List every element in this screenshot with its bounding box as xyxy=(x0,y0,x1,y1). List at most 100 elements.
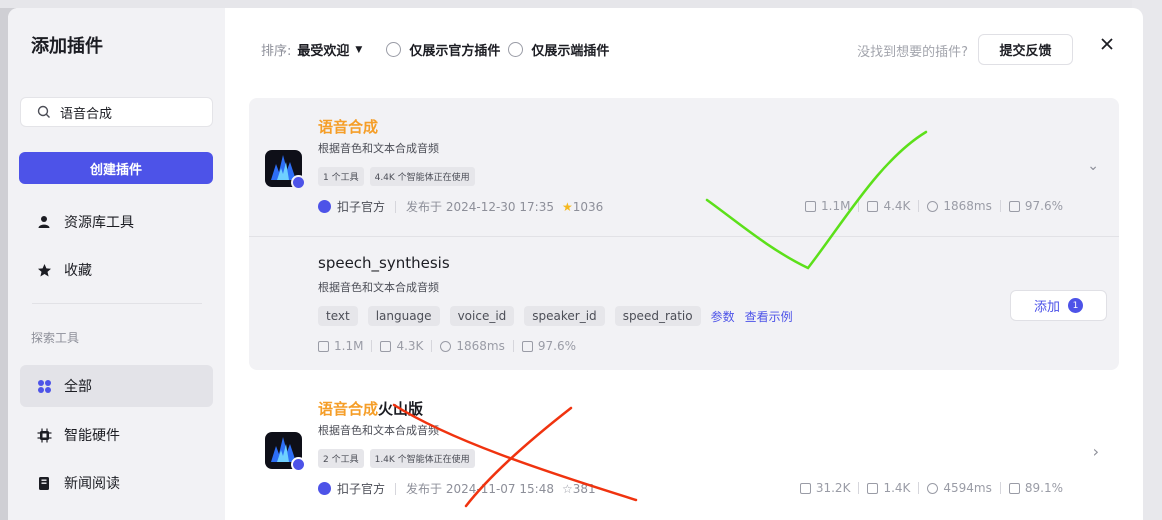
param-tag: speed_ratio xyxy=(614,306,701,326)
tool-stats: 1.1M 4.3K 1868ms 97.6% xyxy=(318,339,576,353)
search-box[interactable] xyxy=(20,97,213,127)
category-smart-hardware[interactable]: 智能硬件 xyxy=(20,414,213,456)
calls-icon xyxy=(799,482,811,494)
plugin-tags: 1 个工具 4.4K 个智能体正在使用 xyxy=(318,167,481,186)
calls-icon xyxy=(805,200,816,212)
avg-latency: 4594ms xyxy=(943,481,992,495)
plugin-logo xyxy=(265,432,306,472)
plugin-stats: 31.2K 1.4K 4594ms 89.1% xyxy=(799,481,1063,495)
clock-icon xyxy=(440,340,452,352)
filter-bar: 排序: 最受欢迎 ▼ 仅展示官方插件 仅展示端插件 xyxy=(261,40,609,59)
success-rate: 97.6% xyxy=(537,339,576,353)
robot-badge-icon xyxy=(291,175,306,190)
search-input[interactable] xyxy=(60,104,200,120)
search-icon xyxy=(37,105,50,118)
star-count: 381 xyxy=(572,481,596,496)
grid-icon xyxy=(36,378,52,394)
publish-date: 发布于 2024-11-07 15:48 xyxy=(406,482,554,496)
plugin-description: 根据音色和文本合成音频 xyxy=(318,424,439,437)
create-plugin-button[interactable]: 创建插件 xyxy=(19,152,213,184)
filter-official-radio[interactable]: 仅展示官方插件 xyxy=(386,40,500,59)
param-tag: text xyxy=(318,306,358,326)
sort-dropdown[interactable]: 最受欢迎 xyxy=(297,40,349,59)
plugin-description: 根据音色和文本合成音频 xyxy=(318,142,439,155)
category-label: 全部 xyxy=(64,379,92,395)
main-panel: 排序: 最受欢迎 ▼ 仅展示官方插件 仅展示端插件 没找到想要的插件? 提交反馈… xyxy=(225,8,1143,520)
star-filled-icon: ★ xyxy=(561,199,573,214)
sidebar-item-label: 收藏 xyxy=(64,263,92,279)
add-tool-button[interactable]: 添加 1 xyxy=(1010,290,1107,321)
param-tag: speaker_id xyxy=(524,306,605,326)
chip-icon xyxy=(36,427,52,443)
calls-count: 1.1M xyxy=(821,199,851,213)
calls-icon xyxy=(318,340,329,352)
plugin-tags: 2 个工具 1.4K 个智能体正在使用 xyxy=(318,449,481,468)
plugin-title[interactable]: 语音合成 xyxy=(318,116,378,137)
radio-label: 仅展示官方插件 xyxy=(409,44,501,59)
calls-count: 31.2K xyxy=(815,481,851,495)
usage-tag: 4.4K 个智能体正在使用 xyxy=(369,167,475,186)
success-rate-icon xyxy=(1008,482,1020,494)
radio-label: 仅展示端插件 xyxy=(531,44,610,59)
official-logo-icon xyxy=(318,200,331,213)
tool-name: speech_synthesis xyxy=(318,254,450,272)
clock-icon xyxy=(927,200,939,212)
user-icon xyxy=(36,214,52,230)
news-icon xyxy=(36,475,52,491)
chevron-right-icon[interactable]: › xyxy=(1093,442,1099,461)
success-rate: 97.6% xyxy=(1024,199,1063,213)
sidebar-item-favorites[interactable]: 收藏 xyxy=(20,249,213,291)
category-all[interactable]: 全部 xyxy=(20,365,213,407)
success-rate: 89.1% xyxy=(1024,481,1063,495)
filter-client-radio[interactable]: 仅展示端插件 xyxy=(508,40,609,59)
star-count: 1036 xyxy=(572,199,604,214)
add-plugin-modal: 添加插件 创建插件 资源库工具 收藏 探索工具 全部 智能硬件 新闻阅读 xyxy=(8,8,1143,520)
robot-badge-icon xyxy=(291,457,306,472)
plugin-author: 扣子官方 xyxy=(337,200,386,214)
success-rate-icon xyxy=(1008,200,1020,212)
plugin-card[interactable]: 语音合成 根据音色和文本合成音频 1 个工具 4.4K 个智能体正在使用 扣子官… xyxy=(249,98,1119,370)
plugin-stats: 1.1M 4.4K 1868ms 97.6% xyxy=(805,199,1063,213)
param-tag: language xyxy=(367,306,440,326)
publish-date: 发布于 2024-12-30 17:35 xyxy=(406,200,554,214)
close-icon[interactable] xyxy=(1098,35,1116,53)
plugin-author: 扣子官方 xyxy=(337,482,386,496)
sort-label: 排序: xyxy=(261,44,292,59)
chevron-down-icon[interactable]: ⌄ xyxy=(1087,158,1099,174)
avg-latency: 1868ms xyxy=(456,339,505,353)
category-label: 智能硬件 xyxy=(64,428,120,444)
not-found-hint: 没找到想要的插件? xyxy=(857,45,968,60)
category-news-reading[interactable]: 新闻阅读 xyxy=(20,462,213,504)
plugin-logo xyxy=(265,150,306,190)
params-link[interactable]: 参数 xyxy=(711,308,735,325)
star-outline-icon[interactable]: ☆ xyxy=(562,482,573,496)
feedback-button[interactable]: 提交反馈 xyxy=(978,34,1073,65)
plugin-meta: 扣子官方 发布于 2024-12-30 17:35 ★ 1036 xyxy=(318,198,603,215)
add-count-badge: 1 xyxy=(1068,298,1083,313)
view-example-link[interactable]: 查看示例 xyxy=(745,308,793,325)
caret-down-icon[interactable]: ▼ xyxy=(355,45,362,55)
radio-circle[interactable] xyxy=(508,42,524,57)
sidebar: 添加插件 创建插件 资源库工具 收藏 探索工具 全部 智能硬件 新闻阅读 xyxy=(8,8,225,520)
sidebar-item-label: 资源库工具 xyxy=(64,215,134,231)
official-logo-icon xyxy=(318,482,331,495)
backdrop xyxy=(0,0,1162,8)
sidebar-item-library-tools[interactable]: 资源库工具 xyxy=(20,201,213,243)
tool-count-tag: 1 个工具 xyxy=(318,167,364,186)
radio-circle[interactable] xyxy=(386,42,402,57)
tool-count-tag: 2 个工具 xyxy=(318,449,364,468)
bots-icon xyxy=(867,482,879,494)
plugin-title[interactable]: 语音合成火山版 xyxy=(318,398,423,419)
bots-icon xyxy=(867,200,879,212)
sidebar-divider xyxy=(32,303,202,304)
category-label: 新闻阅读 xyxy=(64,476,120,492)
card-divider xyxy=(249,236,1119,237)
plugin-card[interactable]: 语音合成火山版 根据音色和文本合成音频 2 个工具 1.4K 个智能体正在使用 … xyxy=(249,392,1119,520)
tool-params: text language voice_id speaker_id speed_… xyxy=(318,306,803,326)
avg-latency: 1868ms xyxy=(943,199,992,213)
bots-count: 1.4K xyxy=(883,481,911,495)
calls-count: 1.1M xyxy=(334,339,364,353)
star-icon xyxy=(36,262,52,278)
section-label: 探索工具 xyxy=(31,331,80,345)
plugin-meta: 扣子官方 发布于 2024-11-07 15:48 ☆ 381 xyxy=(318,480,596,497)
